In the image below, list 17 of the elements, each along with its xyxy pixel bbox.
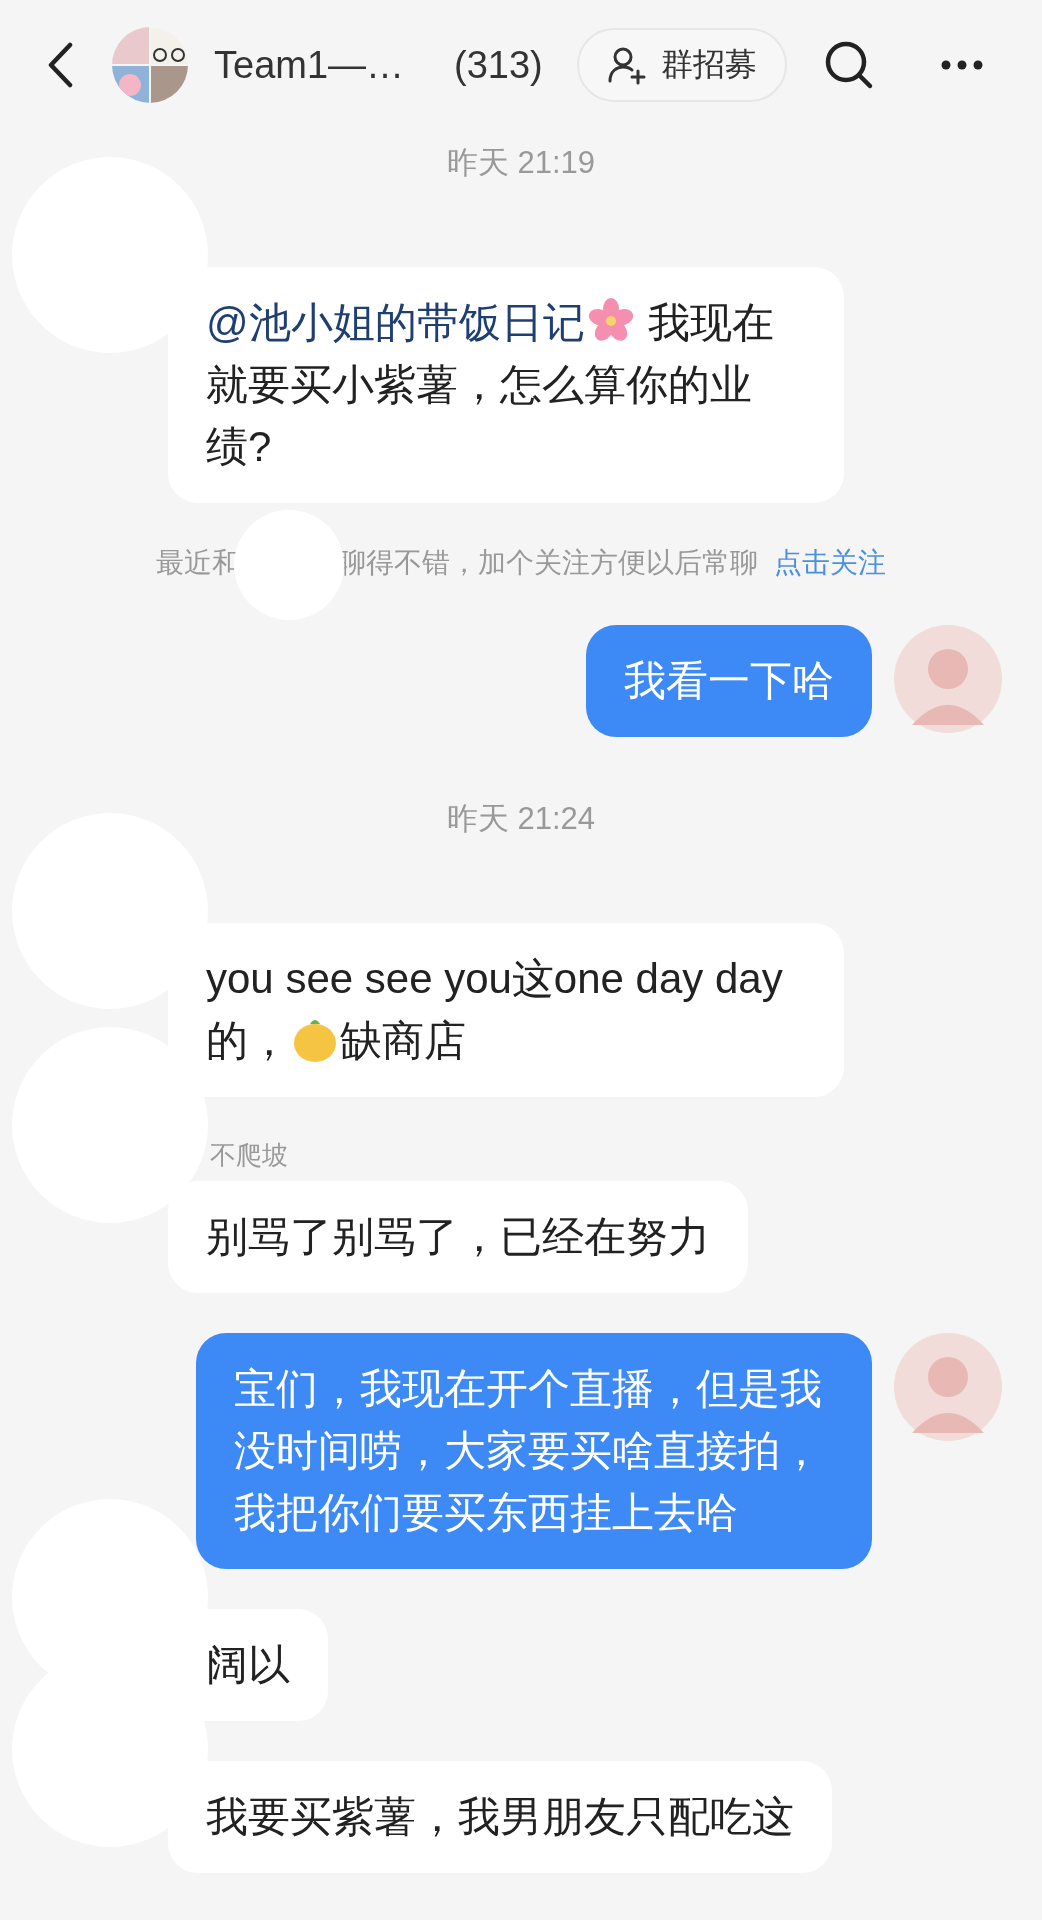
mention-link[interactable]: @池小姐的带饭日记 bbox=[206, 299, 585, 346]
member-count: (313) bbox=[454, 43, 543, 87]
message-bubble: @池小姐的带饭日记 我现在就要买小紫薯，怎么算你的业绩? bbox=[168, 267, 844, 503]
timestamp: 昨天 21:24 bbox=[445, 799, 597, 838]
group-title: Team1—… bbox=[214, 43, 405, 87]
back-icon[interactable] bbox=[46, 42, 74, 88]
recruit-button[interactable]: 群招募 bbox=[576, 28, 787, 102]
group-avatar-icon[interactable] bbox=[112, 27, 188, 103]
message-bubble: 我要买紫薯，我男朋友只配吃这 bbox=[168, 1760, 832, 1873]
message-bubble: 别骂了别骂了，已经在努力 bbox=[168, 1180, 748, 1293]
message-bubble: you see see you这one day day 的， 缺商店 bbox=[168, 922, 844, 1097]
add-person-icon bbox=[606, 45, 647, 85]
message-bubble: 宝们，我现在开个直播，但是我没时间唠，大家要买啥直接拍，我把你们要买东西挂上去哈 bbox=[196, 1332, 872, 1569]
message-bubble: 我看一下哈 bbox=[586, 624, 872, 737]
timestamp: 昨天 21:19 bbox=[445, 144, 597, 182]
more-icon[interactable] bbox=[940, 60, 983, 70]
sender-name: 不爬坡 bbox=[210, 1138, 288, 1172]
